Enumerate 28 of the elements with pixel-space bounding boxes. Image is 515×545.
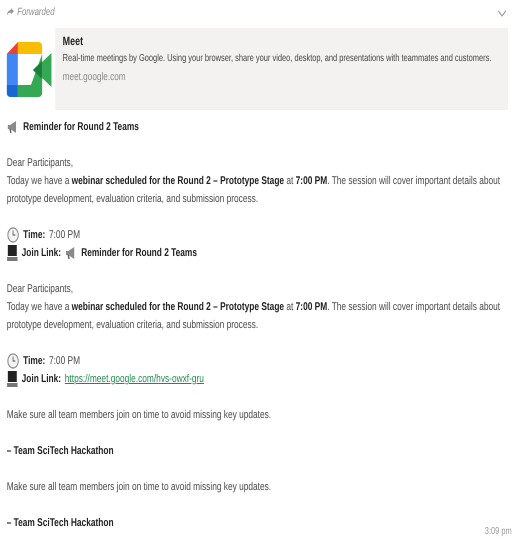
chevron-down-icon[interactable] xyxy=(496,10,508,18)
message-text: Make sure all team members join on time to avoid missing key updates. xyxy=(6,480,272,495)
clock-icon xyxy=(6,227,20,243)
message-timestamp: 3:09 pm xyxy=(484,525,512,539)
clock-icon xyxy=(6,353,20,369)
meeting-link[interactable]: https://meet.google.com/hvs-owxf-gru xyxy=(64,370,204,388)
detail-label: Join Link: xyxy=(22,246,62,261)
message-text: Today we have a webinar scheduled for the Round 2 – Prototype Stage at 7:00 PM. The session will cover important details about prototype development, evaluation criteria, and submission process. xyxy=(6,300,502,333)
detail-value: 7:00 PM xyxy=(48,228,80,243)
forward-icon xyxy=(6,8,14,16)
message-text: Dear Participants, xyxy=(6,282,74,297)
computer-icon xyxy=(6,371,18,387)
preview-title: Meet xyxy=(62,33,84,50)
detail-value: 7:00 PM xyxy=(48,354,80,369)
detail-label: Time: xyxy=(23,354,46,369)
forwarded-label: Forwarded xyxy=(17,5,55,20)
preview-domain: meet.google.com xyxy=(62,70,127,85)
message-text: Make sure all team members join on time to avoid missing key updates. xyxy=(6,408,272,423)
preview-description: Real-time meetings by Google. Using your browser, share your video, desktop, and presentations with teammates and customers. xyxy=(62,52,492,66)
signature: – Team SciTech Hackathon xyxy=(6,517,114,529)
message-text: Today we have a webinar scheduled for the Round 2 – Prototype Stage at 7:00 PM. The session will cover important details about prototype development, evaluation criteria, and submission process. xyxy=(6,174,502,207)
announcement-title: Reminder for Round 2 Teams xyxy=(81,246,197,261)
detail-label: Time: xyxy=(23,228,46,243)
signature: – Team SciTech Hackathon xyxy=(6,445,114,457)
computer-icon xyxy=(6,245,18,261)
detail-label: Join Link: xyxy=(22,372,62,387)
message-heading: Reminder for Round 2 Teams xyxy=(23,120,139,135)
message-text: Dear Participants, xyxy=(6,156,74,171)
